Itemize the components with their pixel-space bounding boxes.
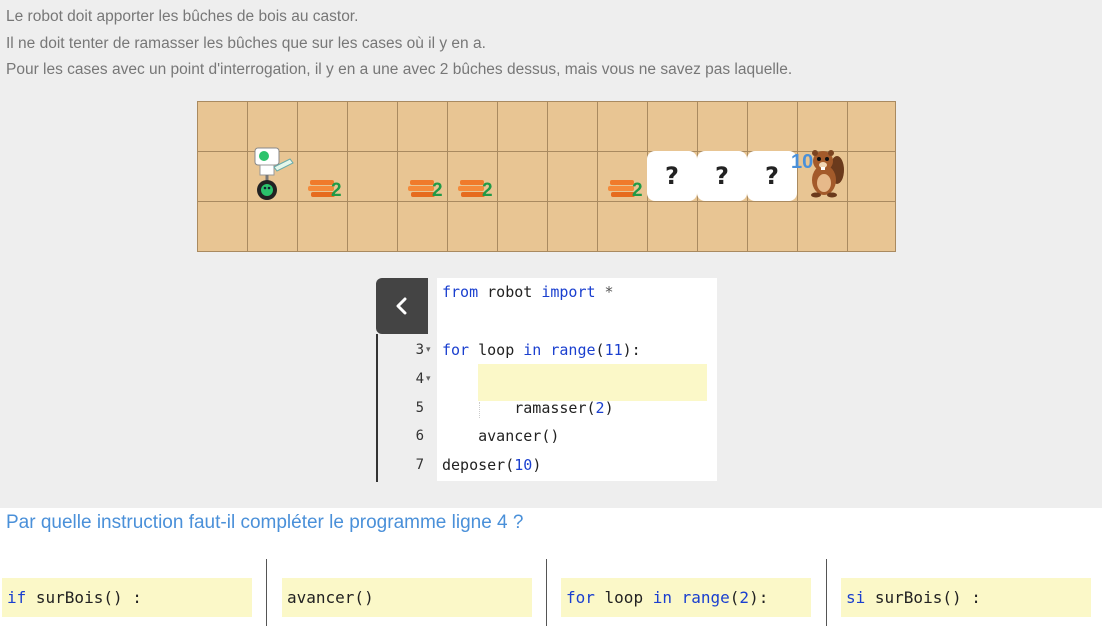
beaver-log-target: 10 — [791, 151, 814, 173]
empty-line-4-slot[interactable] — [478, 364, 707, 401]
indent-guide — [479, 402, 480, 418]
answer-choices: if surBois() : avancer() for loop in ran… — [0, 559, 1102, 626]
line-number: 6 — [415, 428, 424, 444]
answer-token: ): — [749, 588, 769, 607]
answer-token: in — [652, 588, 672, 607]
answer-option-3[interactable]: for loop in range(2): — [561, 578, 811, 617]
unknown-cell: ? — [649, 153, 695, 199]
answer-divider — [546, 559, 547, 626]
answer-token: loop — [594, 588, 653, 607]
answer-divider — [826, 559, 827, 626]
code-token: ( — [595, 341, 605, 359]
log-count: 2 — [432, 180, 443, 201]
log-count: 2 — [331, 180, 342, 201]
code-token: ramasser( — [442, 399, 596, 417]
code-token: avancer() — [442, 427, 560, 445]
editor-gutter: 3 ▾ 4 ▾ 5 6 7 — [376, 334, 436, 482]
line-number: 5 — [415, 400, 424, 416]
code-token: import — [541, 283, 596, 301]
answer-token: surBois() : — [26, 588, 142, 607]
code-token: ) — [604, 399, 614, 417]
code-token: from — [442, 283, 479, 301]
line-number: 4 — [415, 371, 424, 387]
code-token: for — [442, 341, 470, 359]
robot-icon — [254, 147, 294, 200]
answer-option-1[interactable]: if surBois() : — [2, 578, 252, 617]
code-line-3: for loop in range(11): — [442, 341, 641, 359]
code-token: ): — [622, 341, 641, 359]
log-count: 2 — [482, 180, 493, 201]
fold-arrow-icon[interactable]: ▾ — [426, 345, 431, 355]
line-number: 7 — [415, 457, 424, 473]
instruction-line-3: Pour les cases avec un point d'interroga… — [6, 61, 793, 78]
code-token: ) — [532, 456, 542, 474]
instructions: Le robot doit apporter les bûches de boi… — [6, 4, 1096, 84]
unknown-cell: ? — [699, 153, 745, 199]
answer-divider — [266, 559, 267, 626]
game-grid: 2 2 2 2 ? ? ? 10 — [197, 101, 896, 252]
answer-option-2[interactable]: avancer() — [282, 578, 532, 617]
answer-token — [672, 588, 682, 607]
log-count: 2 — [632, 180, 643, 201]
code-token: in — [523, 341, 542, 359]
answer-token: si — [846, 588, 866, 607]
answer-token: avancer() — [287, 588, 374, 607]
answer-token: surBois() : — [865, 588, 981, 607]
code-token: 2 — [595, 399, 605, 417]
answer-token: for — [566, 588, 595, 607]
code-token: robot — [478, 283, 542, 301]
code-token: 11 — [604, 341, 623, 359]
exercise-panel: Le robot doit apporter les bûches de boi… — [0, 0, 1102, 508]
unknown-cell: ? — [749, 153, 795, 199]
code-line-1: from robot import * — [442, 283, 614, 301]
chevron-left-icon — [396, 297, 407, 315]
answer-token: ( — [729, 588, 740, 607]
line-number: 3 — [415, 342, 424, 358]
code-line-7: deposer(10) — [442, 456, 541, 474]
answer-option-4[interactable]: si surBois() : — [841, 578, 1091, 617]
answer-token: if — [7, 588, 27, 607]
code-line-5: ramasser(2) — [442, 399, 614, 417]
instruction-line-2: Il ne doit tenter de ramasser les bûches… — [6, 34, 486, 52]
code-token: deposer( — [442, 456, 515, 474]
editor-collapse-button[interactable] — [376, 278, 428, 334]
answer-token: range — [681, 588, 730, 607]
instruction-line-1: Le robot doit apporter les bûches de boi… — [6, 8, 359, 25]
code-token: range — [550, 341, 596, 359]
question-text: Par quelle instruction faut-il compléter… — [6, 512, 524, 533]
code-token: loop — [469, 341, 524, 359]
code-token: * — [595, 283, 614, 301]
code-token: 10 — [514, 456, 533, 474]
answer-token: 2 — [739, 588, 750, 607]
fold-arrow-icon[interactable]: ▾ — [426, 374, 431, 384]
code-line-6: avancer() — [442, 427, 559, 445]
